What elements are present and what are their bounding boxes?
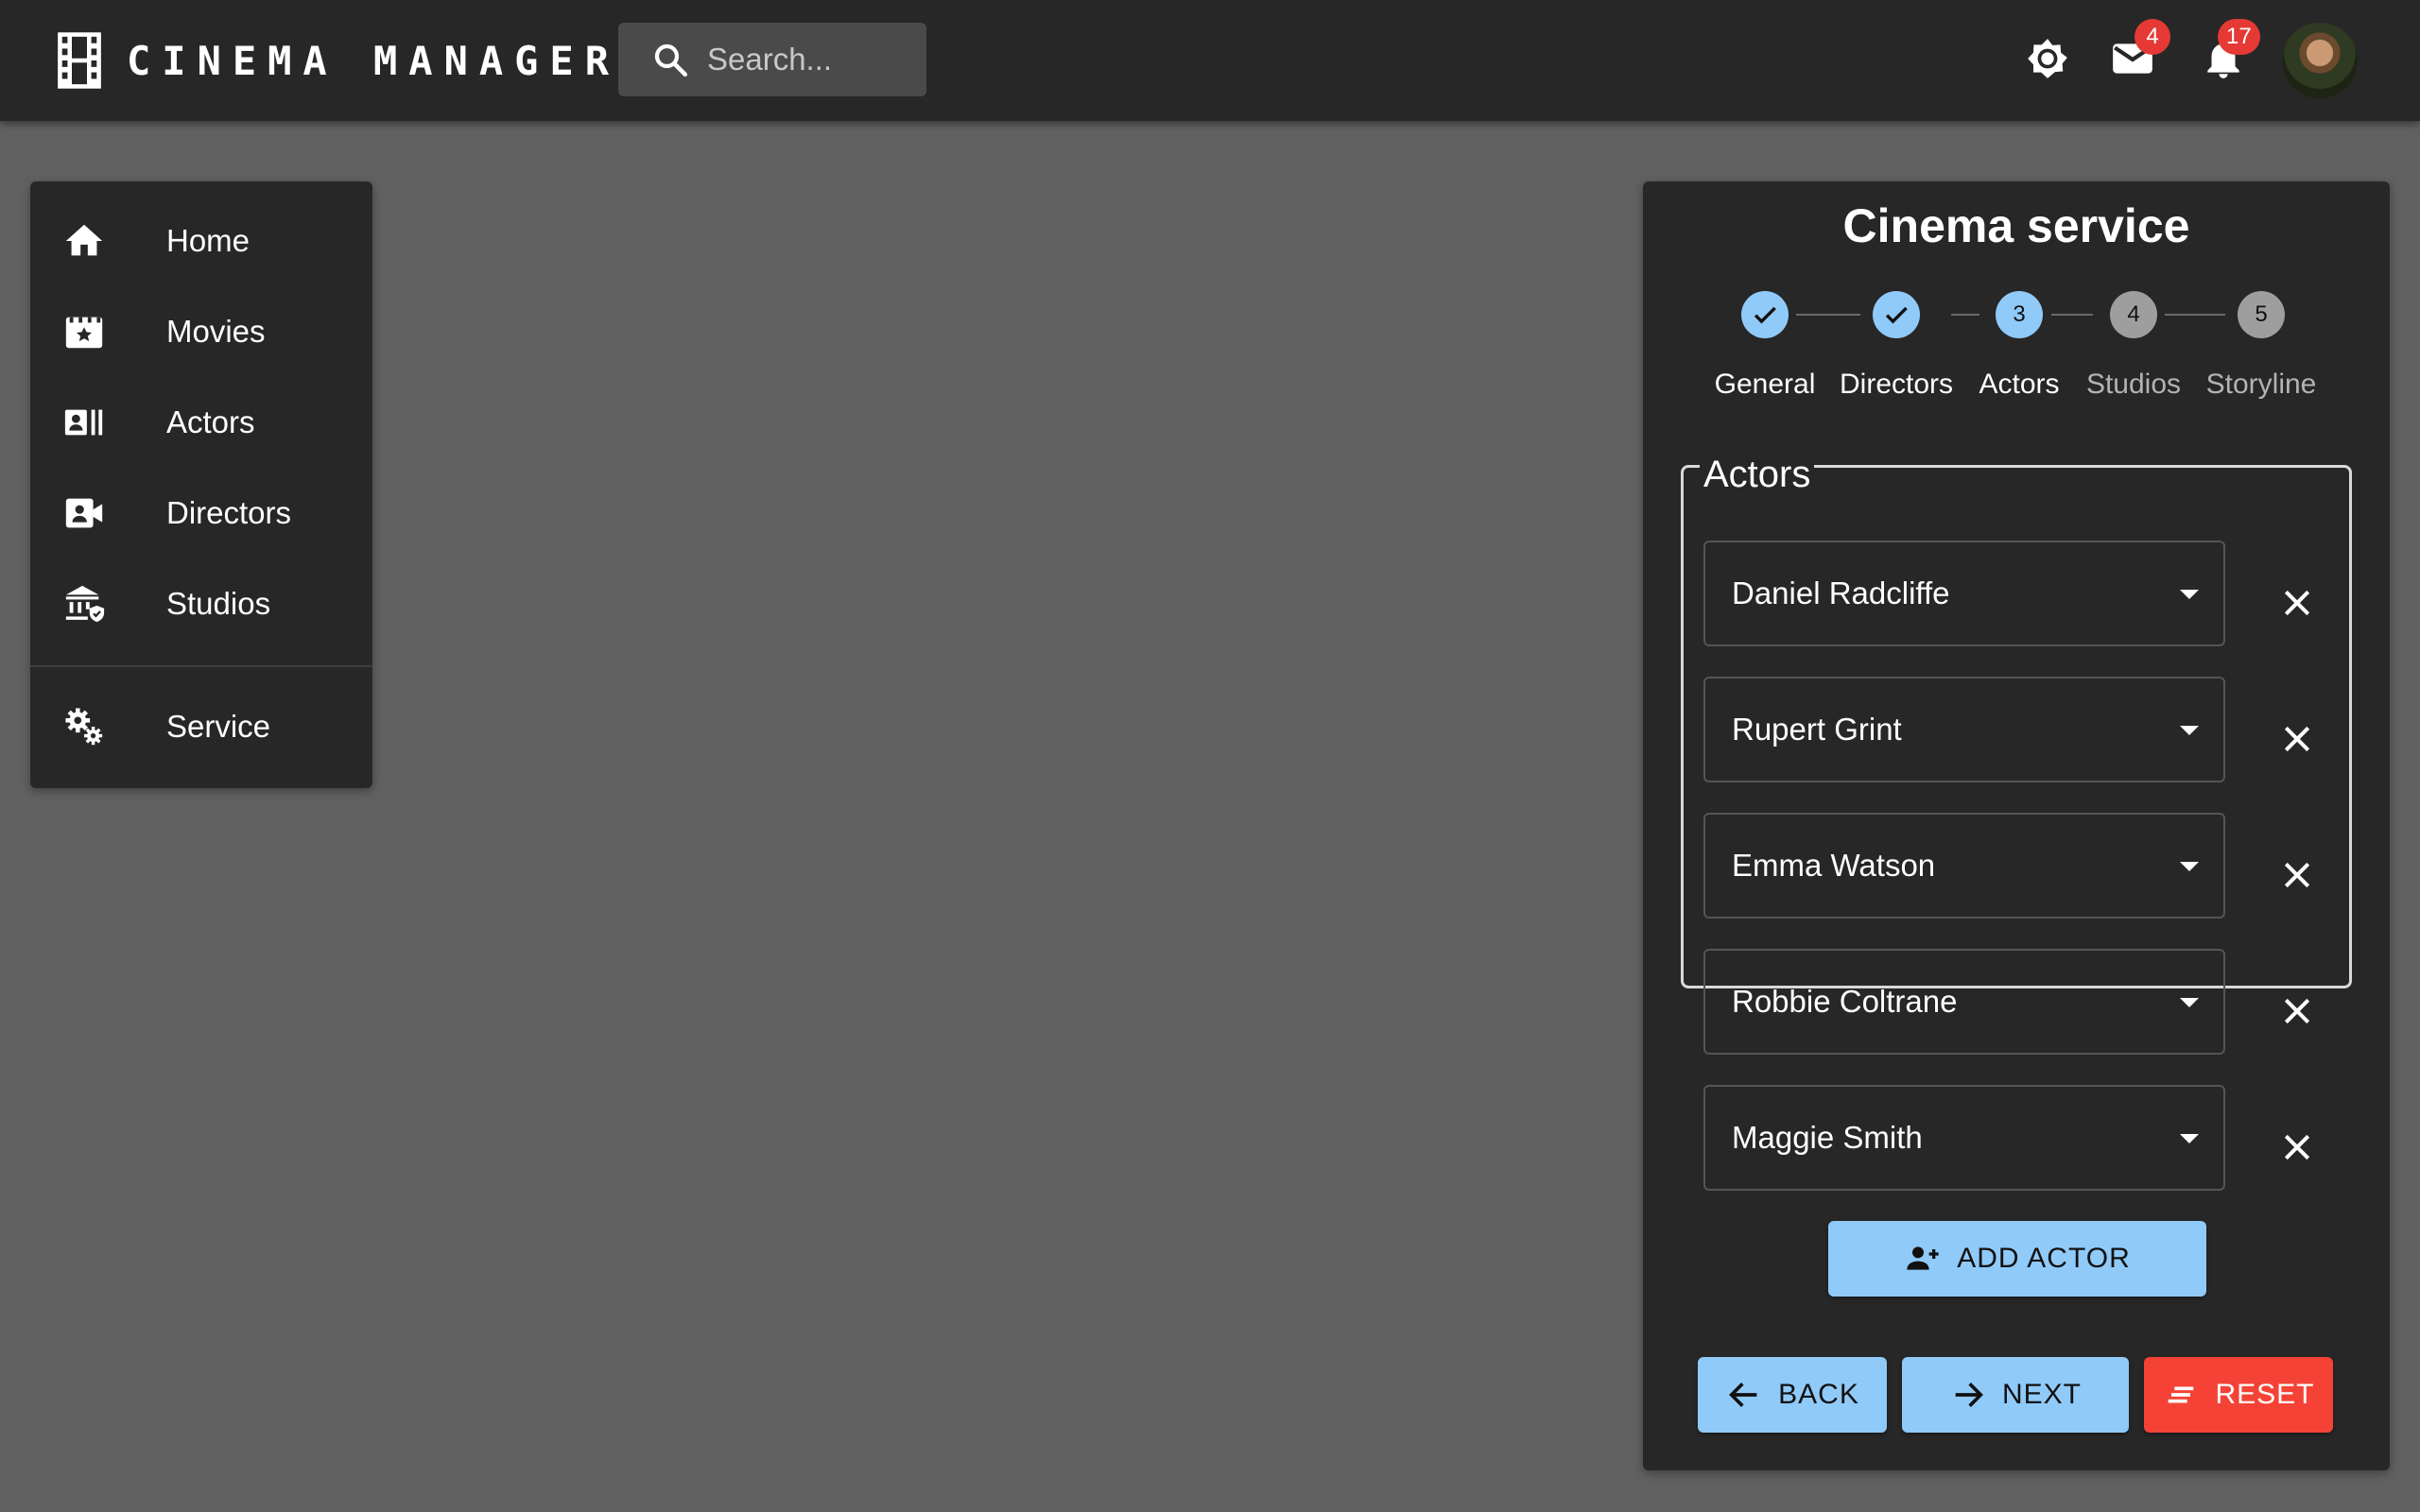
step-label-actors: Actors xyxy=(1979,369,2060,400)
actors-legend: Actors xyxy=(1700,454,1815,496)
actor-select-value: Maggie Smith xyxy=(1732,1120,1923,1155)
actor-select-value: Rupert Grint xyxy=(1732,712,1902,747)
close-icon xyxy=(2284,726,2310,752)
search-input[interactable] xyxy=(707,42,915,77)
step-actors[interactable]: 3 xyxy=(1996,291,2043,338)
actor-select-value: Daniel Radcliffe xyxy=(1732,576,1950,610)
dropdown-arrow-icon xyxy=(2180,726,2199,735)
actor-select-value: Robbie Coltrane xyxy=(1732,984,1958,1019)
sidebar-item-actors[interactable]: Actors xyxy=(30,380,372,465)
sidebar-item-label: Actors xyxy=(166,404,255,439)
sidebar-item-directors[interactable]: Directors xyxy=(30,471,372,556)
mail-button[interactable]: 4 xyxy=(2102,19,2170,89)
sidebar-item-studios[interactable]: Studios xyxy=(30,561,372,646)
actor-select-value: Emma Watson xyxy=(1732,848,1936,883)
panel-title: Cinema service xyxy=(1842,199,2190,252)
search-box[interactable] xyxy=(618,23,926,96)
mail-count-badge: 4 xyxy=(2135,19,2170,55)
sidebar-item-label: Studios xyxy=(166,586,271,621)
sidebar-divider xyxy=(30,665,372,667)
reset-label: RESET xyxy=(2215,1379,2315,1410)
next-label: NEXT xyxy=(2001,1379,2082,1410)
home-icon xyxy=(65,224,103,256)
actor-select[interactable]: Rupert Grint xyxy=(1703,677,2225,782)
sidebar-item-service[interactable]: Service xyxy=(30,684,372,769)
sidebar-item-label: Directors xyxy=(166,495,292,530)
person-add-icon xyxy=(1907,1246,1939,1270)
theme-toggle-button[interactable] xyxy=(2017,28,2078,89)
sidebar-item-label: Service xyxy=(166,709,271,744)
step-number: 5 xyxy=(2255,301,2268,327)
film-icon xyxy=(58,32,101,89)
remove-actor-button[interactable] xyxy=(2269,983,2325,1040)
step-label-storyline: Storyline xyxy=(2205,369,2317,400)
sidebar: Home Movies Actors Directors Studios Ser… xyxy=(30,181,372,788)
close-icon xyxy=(2284,1134,2310,1160)
remove-actor-button[interactable] xyxy=(2269,847,2325,903)
arrow-back-icon xyxy=(1729,1383,1757,1407)
step-directors[interactable] xyxy=(1873,291,1920,338)
notifications-button[interactable]: 17 xyxy=(2193,19,2260,89)
sidebar-item-movies[interactable]: Movies xyxy=(30,289,372,374)
app-bar: CINEMA MANAGER 4 17 xyxy=(0,0,2420,121)
notification-count-badge: 17 xyxy=(2218,19,2260,55)
remove-actor-button[interactable] xyxy=(2269,711,2325,767)
check-icon xyxy=(1885,306,1908,324)
step-number: 3 xyxy=(2013,301,2026,327)
app-title: CINEMA MANAGER xyxy=(127,37,621,84)
sidebar-item-label: Home xyxy=(166,223,251,258)
sidebar-item-label: Movies xyxy=(166,314,266,349)
step-storyline[interactable]: 5 xyxy=(2238,291,2285,338)
settings-icon xyxy=(65,708,103,746)
step-connector xyxy=(2051,314,2093,316)
dropdown-arrow-icon xyxy=(2180,998,2199,1007)
dropdown-arrow-icon xyxy=(2180,1134,2199,1143)
actor-select[interactable]: Maggie Smith xyxy=(1703,1085,2225,1191)
dropdown-arrow-icon xyxy=(2180,862,2199,871)
dropdown-arrow-icon xyxy=(2180,590,2199,599)
close-icon xyxy=(2284,998,2310,1024)
actor-select[interactable]: Robbie Coltrane xyxy=(1703,949,2225,1055)
remove-actor-button[interactable] xyxy=(2269,575,2325,631)
actor-select[interactable]: Emma Watson xyxy=(1703,813,2225,919)
cinema-service-panel: Cinema service 3 4 5 General Directors A… xyxy=(1643,181,2390,1470)
add-actor-label: ADD ACTOR xyxy=(1957,1243,2131,1274)
close-icon xyxy=(2284,590,2310,616)
next-button[interactable]: NEXT xyxy=(1902,1357,2129,1433)
actors-icon xyxy=(64,409,103,436)
brand[interactable]: CINEMA MANAGER xyxy=(53,30,620,91)
step-label-general: General xyxy=(1714,369,1816,400)
brightness-icon xyxy=(2028,39,2067,78)
check-icon xyxy=(1754,306,1776,324)
clear-all-icon xyxy=(2169,1386,2194,1403)
arrow-forward-icon xyxy=(1955,1383,1983,1407)
movie-icon xyxy=(65,317,103,349)
step-label-studios: Studios xyxy=(2085,369,2182,400)
search-icon xyxy=(654,43,688,77)
step-number: 4 xyxy=(2127,301,2140,327)
close-icon xyxy=(2284,862,2310,888)
studio-icon xyxy=(65,585,105,623)
step-connector xyxy=(1951,314,1979,316)
reset-button[interactable]: RESET xyxy=(2144,1357,2333,1433)
back-button[interactable]: BACK xyxy=(1698,1357,1887,1433)
step-label-directors: Directors xyxy=(1839,369,1954,400)
directors-icon xyxy=(65,498,103,528)
step-connector xyxy=(1796,314,1860,316)
back-label: BACK xyxy=(1778,1379,1859,1410)
step-studios[interactable]: 4 xyxy=(2110,291,2157,338)
remove-actor-button[interactable] xyxy=(2269,1119,2325,1176)
step-general[interactable] xyxy=(1741,291,1789,338)
avatar[interactable] xyxy=(2282,23,2358,98)
add-actor-button[interactable]: ADD ACTOR xyxy=(1828,1221,2206,1297)
step-connector xyxy=(2165,314,2225,316)
actor-select[interactable]: Daniel Radcliffe xyxy=(1703,541,2225,646)
sidebar-item-home[interactable]: Home xyxy=(30,198,372,284)
